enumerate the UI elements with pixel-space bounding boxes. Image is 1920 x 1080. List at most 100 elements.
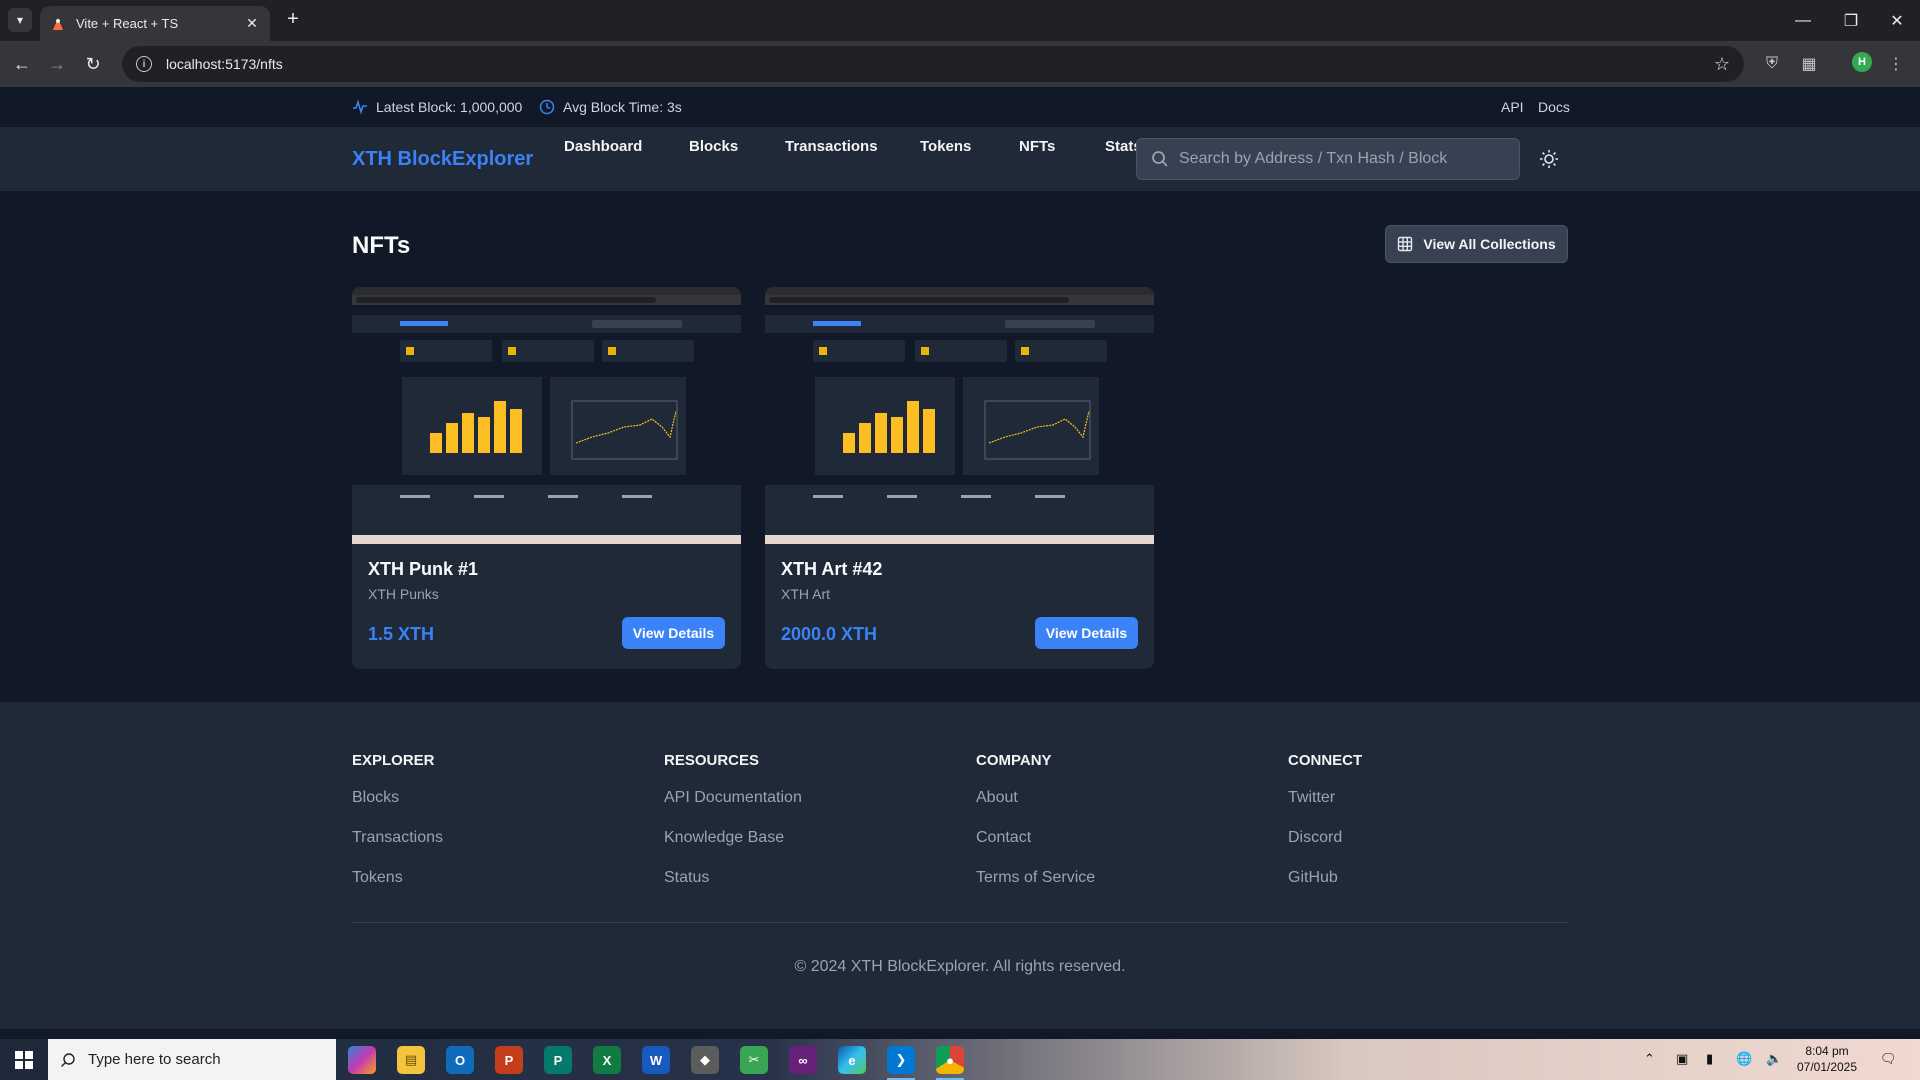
nft-card[interactable]: XTH Art #42 XTH Art 2000.0 XTH View Deta… [765,287,1154,669]
clock-icon [539,99,555,115]
minimize-icon[interactable]: — [1780,0,1826,41]
search-input[interactable] [1179,150,1499,168]
footer-link-github[interactable]: GitHub [1288,869,1588,889]
nft-price: 2000.0 XTH [781,624,878,644]
global-search[interactable] [1136,138,1520,180]
browser-tab-active[interactable]: Vite + React + TS ✕ [40,6,270,41]
window-close-icon[interactable]: ✕ [1874,0,1920,41]
browser-toolbar: ← → ↻ i localhost:5173/nfts ☆ ⛨ ▦ ⋮ [0,41,1920,87]
nav-blocks[interactable]: Blocks [689,138,738,155]
clock-time: 8:04 pm [1805,1044,1849,1058]
footer-link-terms[interactable]: Terms of Service [976,869,1276,889]
main-content: NFTs View All Collections XTH Punk #1 XT… [0,192,1920,702]
address-bar[interactable]: i localhost:5173/nfts ☆ [122,46,1744,82]
docs-link[interactable]: Docs [1538,99,1570,115]
nft-image[interactable] [765,287,1154,544]
edge-app-icon[interactable]: e [838,1046,866,1074]
footer-heading: CONNECT [1288,752,1363,769]
footer-column-connect: CONNECT Twitter Discord GitHub [1288,752,1588,909]
footer-column-resources: RESOURCES API Documentation Knowledge Ba… [664,752,964,909]
nft-price: 1.5 XTH [368,624,435,644]
search-icon [1152,151,1168,167]
windows-taskbar: Type here to search ▤ O P P X W ◆ ✂ ∞ e … [0,1039,1920,1080]
nav-transactions[interactable]: Transactions [785,138,878,155]
extensions-puzzle-icon[interactable]: ▦ [1799,54,1819,74]
nav-dashboard[interactable]: Dashboard [564,138,642,155]
footer-column-explorer: EXPLORER Blocks Transactions Tokens [352,752,652,909]
sun-icon [1540,150,1558,168]
excel-app-icon[interactable]: X [593,1046,621,1074]
site-header: XTH BlockExplorer Dashboard Blocks Trans… [0,128,1920,192]
nft-collection: XTH Punks [368,586,439,602]
activity-pulse-icon [353,99,367,115]
taskbar-clock[interactable]: 8:04 pm 07/01/2025 [1792,1043,1862,1075]
windows-start-icon[interactable] [0,1039,48,1080]
nav-nfts[interactable]: NFTs [1019,138,1055,155]
nav-tokens[interactable]: Tokens [920,138,971,155]
bookmark-star-icon[interactable]: ☆ [1714,54,1730,75]
latest-block-text: Latest Block: 1,000,000 [376,99,523,115]
windows-logo-icon [15,1050,33,1069]
avg-block-time-stat: Avg Block Time: 3s [539,99,682,115]
view-details-button[interactable]: View Details [1035,617,1138,649]
footer-link-contact[interactable]: Contact [976,829,1276,849]
outlook-app-icon[interactable]: O [446,1046,474,1074]
copyright-text: © 2024 XTH BlockExplorer. All rights res… [794,958,1126,975]
site-info-icon[interactable]: i [136,56,152,72]
view-all-collections-button[interactable]: View All Collections [1385,225,1568,263]
restore-icon[interactable]: ❐ [1828,0,1874,41]
footer-link-tokens[interactable]: Tokens [352,869,652,889]
snipping-tool-app-icon[interactable]: ✂ [740,1046,768,1074]
back-arrow-icon[interactable]: ← [10,52,34,76]
taskbar-search-placeholder: Type here to search [88,1051,221,1068]
volume-icon[interactable]: 🔈 [1766,1051,1782,1067]
reload-icon[interactable]: ↻ [81,52,105,76]
copilot-app-icon[interactable] [348,1046,376,1074]
file-explorer-app-icon[interactable]: ▤ [397,1046,425,1074]
nft-image[interactable] [352,287,741,544]
footer-link-discord[interactable]: Discord [1288,829,1588,849]
notifications-icon[interactable]: 🗨 [1880,1051,1897,1067]
theme-toggle-sun-icon[interactable] [1538,148,1560,170]
footer-link-twitter[interactable]: Twitter [1288,789,1588,809]
footer-link-about[interactable]: About [976,789,1276,809]
footer-link-transactions[interactable]: Transactions [352,829,652,849]
powerpoint-app-icon[interactable]: P [495,1046,523,1074]
tab-close-icon[interactable]: ✕ [244,15,260,32]
tab-search-chevron-icon[interactable]: ▾ [8,8,32,32]
footer-divider [352,922,1568,923]
footer-link-api-documentation[interactable]: API Documentation [664,789,964,809]
battery-icon[interactable]: ▮ [1706,1051,1713,1067]
footer-link-knowledge-base[interactable]: Knowledge Base [664,829,964,849]
tray-chevron-up-icon[interactable]: ⌃ [1644,1051,1655,1067]
brand-logo-text[interactable]: XTH BlockExplorer [352,148,533,171]
taskbar-search[interactable]: Type here to search [48,1039,336,1080]
unity-app-icon[interactable]: ◆ [691,1046,719,1074]
clock-date: 07/01/2025 [1796,1060,1858,1074]
shield-extension-icon[interactable]: ⛨ [1762,54,1782,74]
latest-block-stat: Latest Block: 1,000,000 [352,99,522,115]
tab-title: Vite + React + TS [76,16,179,31]
address-url[interactable]: localhost:5173/nfts [166,56,1714,72]
tray-meet-icon[interactable]: ▣ [1676,1051,1688,1067]
footer-link-status[interactable]: Status [664,869,964,889]
chrome-app-icon[interactable]: ● [936,1046,964,1080]
network-stats-bar: Latest Block: 1,000,000 Avg Block Time: … [0,87,1920,128]
browser-menu-kebab-icon[interactable]: ⋮ [1886,54,1906,74]
footer-column-company: COMPANY About Contact Terms of Service [976,752,1276,909]
footer-heading: COMPANY [976,752,1052,769]
word-app-icon[interactable]: W [642,1046,670,1074]
site-footer: EXPLORER Blocks Transactions Tokens RESO… [0,702,1920,1029]
view-details-button[interactable]: View Details [622,617,725,649]
api-link[interactable]: API [1501,99,1524,115]
network-globe-icon[interactable]: 🌐 [1736,1051,1752,1067]
publisher-app-icon[interactable]: P [544,1046,572,1074]
nft-card[interactable]: XTH Punk #1 XTH Punks 1.5 XTH View Detai… [352,287,741,669]
forward-arrow-icon[interactable]: → [45,52,69,76]
visual-studio-app-icon[interactable]: ∞ [789,1046,817,1074]
profile-avatar[interactable]: H [1852,52,1872,72]
vscode-app-icon[interactable]: ❯ [887,1046,915,1080]
new-tab-plus-icon[interactable]: + [282,9,304,31]
vite-favicon-icon [53,17,63,30]
footer-link-blocks[interactable]: Blocks [352,789,652,809]
